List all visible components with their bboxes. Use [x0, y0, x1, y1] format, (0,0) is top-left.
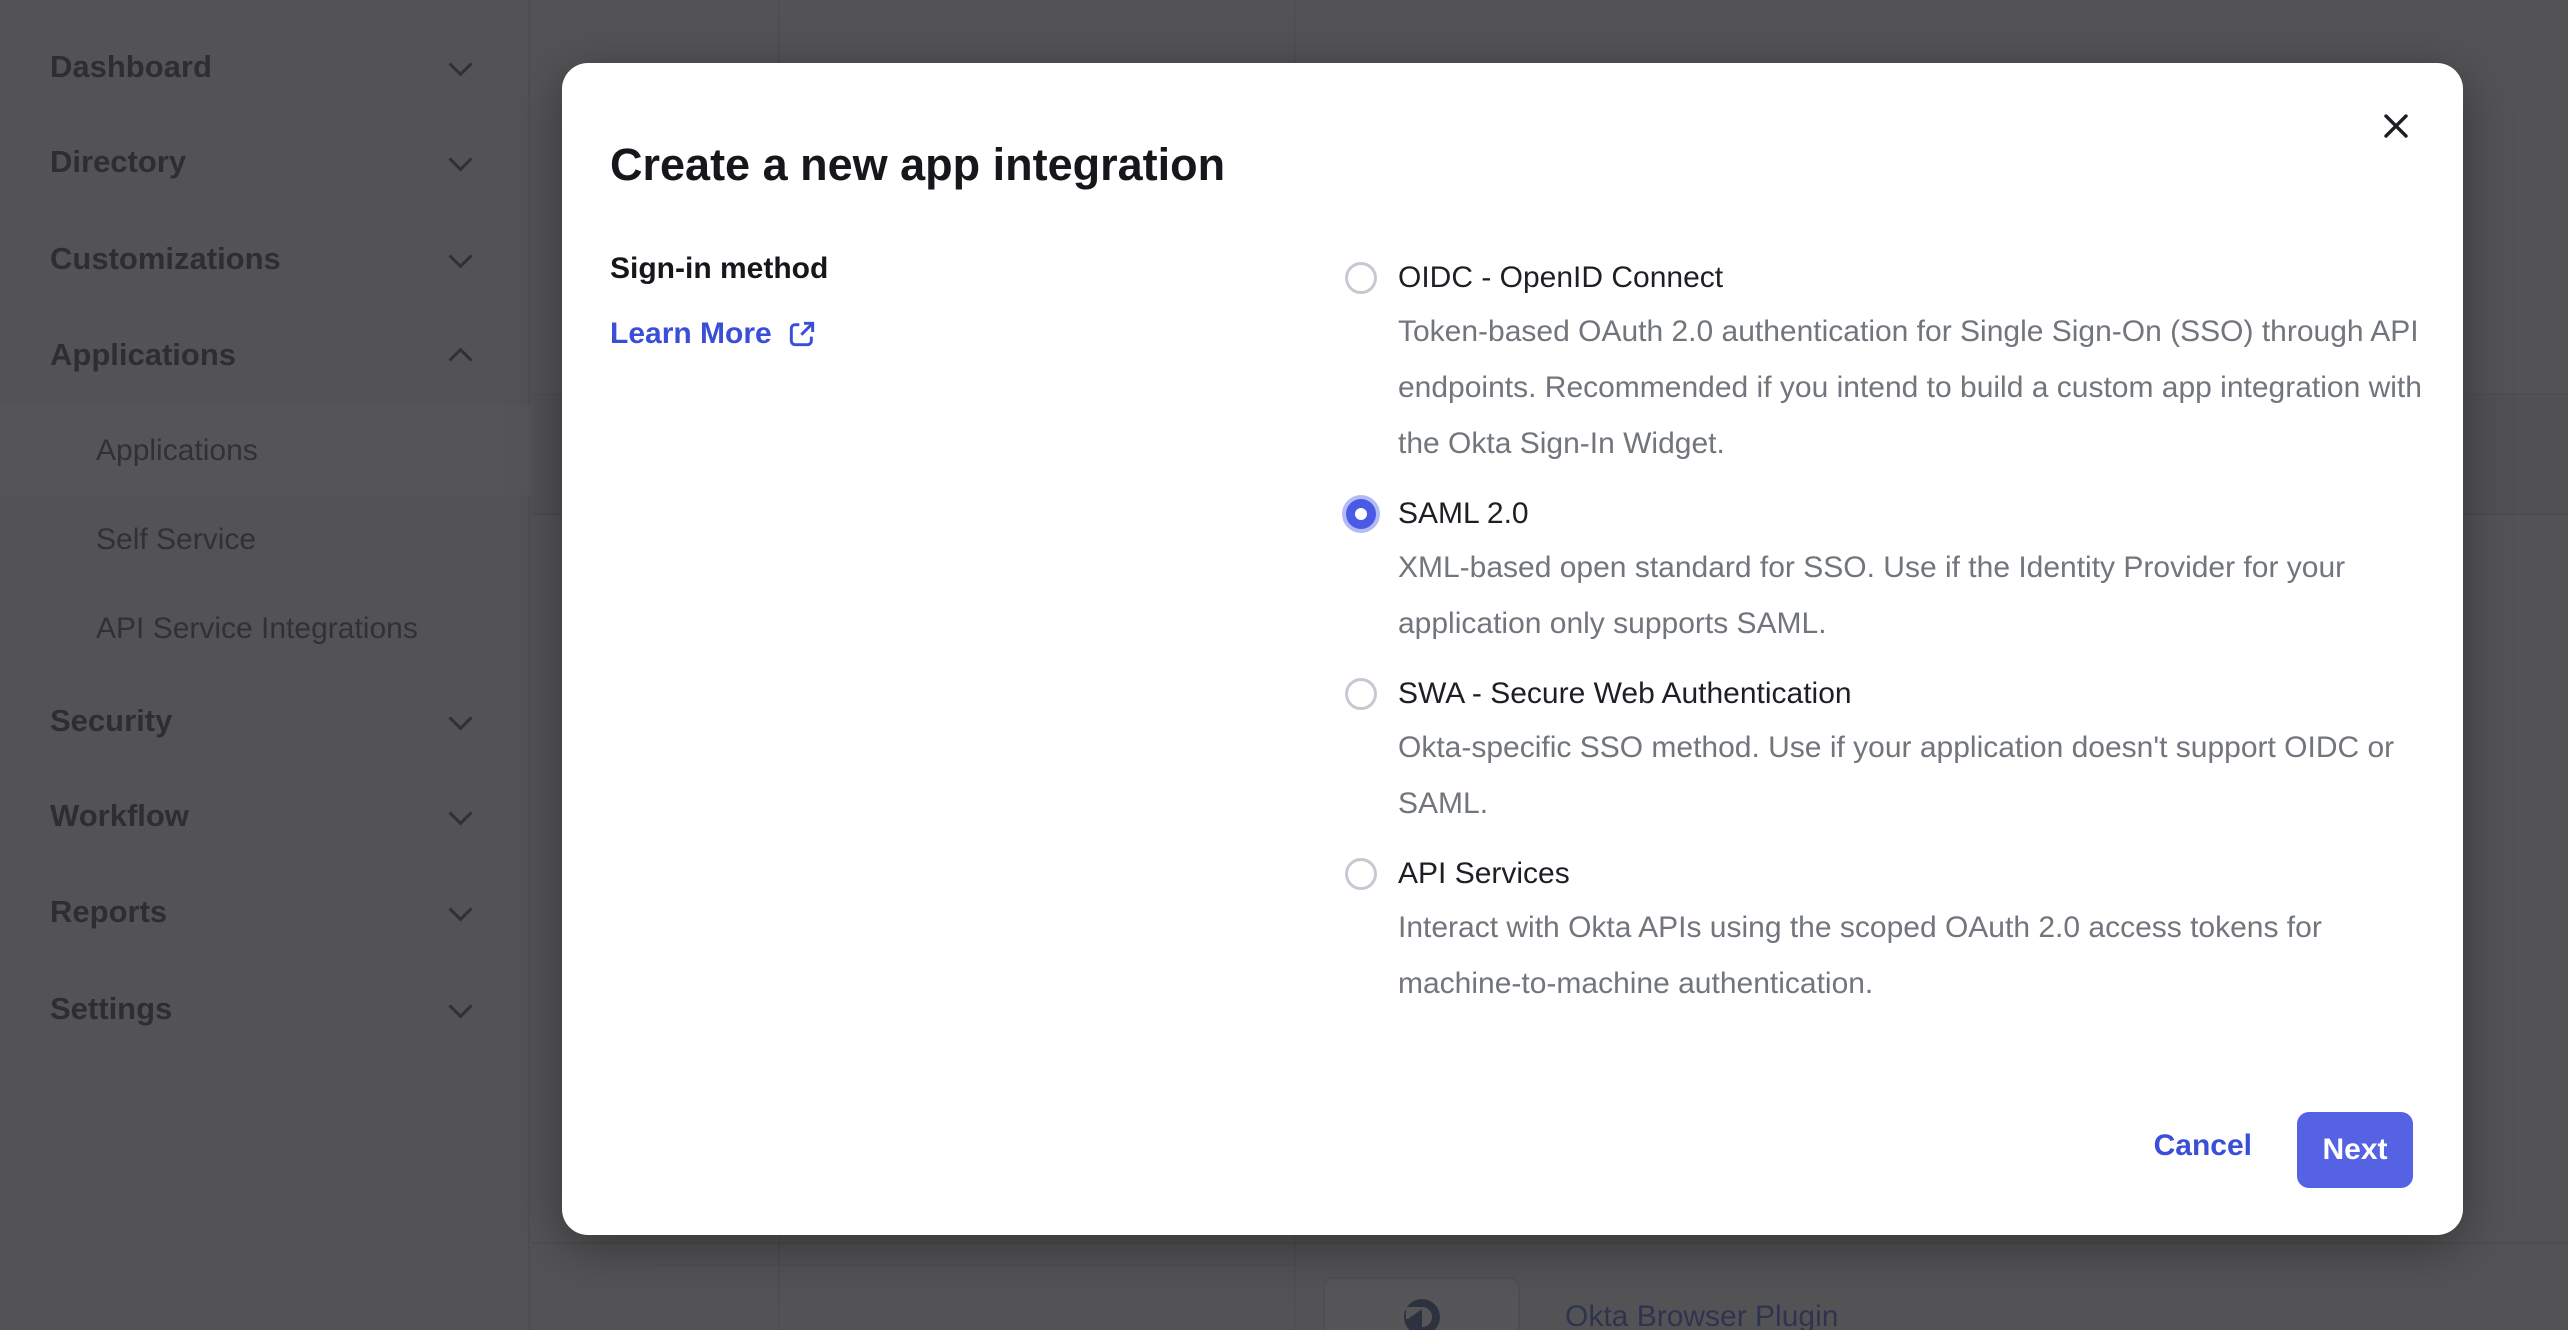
radio-unselected-icon[interactable] — [1342, 259, 1380, 297]
option-description: Token-based OAuth 2.0 authentication for… — [1398, 304, 2438, 472]
option-saml[interactable]: SAML 2.0 XML-based open standard for SSO… — [1344, 494, 2464, 652]
option-description: XML-based open standard for SSO. Use if … — [1398, 540, 2438, 652]
close-icon[interactable] — [2371, 101, 2421, 151]
sign-in-method-label: Sign-in method — [610, 252, 828, 286]
learn-more-label: Learn More — [610, 317, 772, 351]
option-label: OIDC - OpenID Connect — [1398, 258, 2464, 298]
option-description: Okta-specific SSO method. Use if your ap… — [1398, 720, 2438, 832]
external-link-icon — [786, 318, 818, 350]
option-description: Interact with Okta APIs using the scoped… — [1398, 900, 2438, 1012]
option-oidc[interactable]: OIDC - OpenID Connect Token-based OAuth … — [1344, 258, 2464, 472]
option-label: API Services — [1398, 854, 2464, 894]
next-button[interactable]: Next — [2297, 1112, 2413, 1188]
radio-unselected-icon[interactable] — [1342, 675, 1380, 713]
option-label: SAML 2.0 — [1398, 494, 2464, 534]
cancel-button[interactable]: Cancel — [2154, 1129, 2252, 1163]
learn-more-link[interactable]: Learn More — [610, 317, 818, 351]
create-app-integration-dialog: Create a new app integration Sign-in met… — [562, 63, 2463, 1235]
okta-admin-console: Dashboard Directory Customizations Appli… — [0, 0, 2568, 1330]
radio-selected-icon[interactable] — [1342, 495, 1380, 533]
option-swa[interactable]: SWA - Secure Web Authentication Okta-spe… — [1344, 674, 2464, 832]
radio-unselected-icon[interactable] — [1342, 855, 1380, 893]
sign-in-method-options: OIDC - OpenID Connect Token-based OAuth … — [1344, 258, 2464, 1034]
option-label: SWA - Secure Web Authentication — [1398, 674, 2464, 714]
dialog-title: Create a new app integration — [610, 139, 1225, 191]
option-api-services[interactable]: API Services Interact with Okta APIs usi… — [1344, 854, 2464, 1012]
